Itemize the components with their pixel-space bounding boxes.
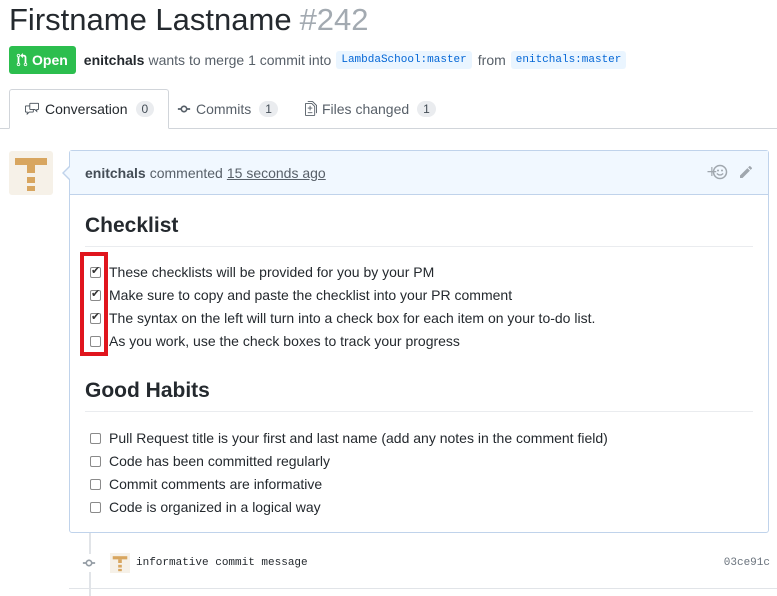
highlight-box bbox=[80, 252, 108, 356]
task-item: Pull Request title is your first and las… bbox=[90, 430, 608, 446]
file-diff-icon bbox=[305, 101, 317, 116]
tab-commits[interactable]: Commits 1 bbox=[177, 89, 278, 128]
identicon-icon bbox=[112, 556, 128, 572]
task-checkbox[interactable] bbox=[90, 478, 101, 490]
comment-header: enitchals commented 15 seconds ago + bbox=[70, 151, 768, 195]
commit-author-avatar[interactable] bbox=[110, 553, 130, 573]
head-branch[interactable]: enitchals:master bbox=[510, 51, 627, 69]
task-checkbox[interactable] bbox=[90, 432, 101, 444]
base-branch[interactable]: LambdaSchool:master bbox=[336, 51, 472, 69]
tab-files-changed[interactable]: Files changed 1 bbox=[305, 89, 436, 128]
tab-files-changed-label: Files changed bbox=[322, 100, 410, 117]
task-text: The syntax on the left will turn into a … bbox=[109, 310, 596, 326]
tab-conversation-count: 0 bbox=[135, 101, 155, 117]
task-item: As you work, use the check boxes to trac… bbox=[90, 333, 460, 349]
tab-files-changed-count: 1 bbox=[417, 100, 436, 117]
checklist-heading: Checklist bbox=[85, 214, 753, 247]
good-habits-heading: Good Habits bbox=[85, 379, 753, 412]
task-text: Code is organized in a logical way bbox=[109, 499, 321, 515]
comment-box: enitchals commented 15 seconds ago + Che… bbox=[62, 150, 769, 533]
tab-conversation-label: Conversation bbox=[45, 101, 128, 117]
divider bbox=[69, 588, 777, 589]
task-text: These checklists will be provided for yo… bbox=[109, 264, 435, 280]
pr-meta: Open enitchals wants to merge 1 commit i… bbox=[9, 46, 632, 74]
conversation-icon bbox=[25, 102, 39, 116]
task-item: The syntax on the left will turn into a … bbox=[90, 310, 595, 326]
identicon-icon bbox=[15, 158, 47, 191]
commit-row: informative commit message 03ce91c bbox=[80, 550, 770, 576]
task-text: Commit comments are informative bbox=[109, 476, 323, 492]
comment-action: commented bbox=[149, 164, 223, 181]
add-reaction-icon[interactable]: + bbox=[706, 164, 728, 180]
tab-commits-label: Commits bbox=[196, 100, 252, 117]
commit-icon bbox=[80, 554, 98, 572]
comment-actions: + bbox=[706, 164, 754, 180]
task-item: These checklists will be provided for yo… bbox=[90, 264, 434, 280]
task-item: Code is organized in a logical way bbox=[90, 499, 321, 515]
commit-icon bbox=[177, 105, 191, 112]
author-avatar[interactable] bbox=[9, 151, 53, 195]
git-pull-request-icon bbox=[16, 53, 28, 67]
task-text: Pull Request title is your first and las… bbox=[109, 430, 608, 446]
task-text: Code has been committed regularly bbox=[109, 453, 331, 469]
comment-author[interactable]: enitchals bbox=[85, 165, 146, 181]
task-item: Commit comments are informative bbox=[90, 476, 322, 492]
state-badge: Open bbox=[9, 46, 76, 74]
pr-title: Firstname Lastname #242 bbox=[9, 2, 369, 38]
commit-sha[interactable]: 03ce91c bbox=[724, 557, 770, 569]
pr-tabs: Conversation 0 Commits 1 Files changed 1 bbox=[0, 89, 777, 129]
merge-text: wants to merge 1 commit into bbox=[148, 52, 332, 68]
task-checkbox[interactable] bbox=[90, 455, 101, 467]
state-label: Open bbox=[32, 52, 68, 68]
task-text: Make sure to copy and paste the checklis… bbox=[109, 287, 513, 303]
author-link[interactable]: enitchals bbox=[84, 52, 145, 68]
task-item: Make sure to copy and paste the checklis… bbox=[90, 287, 512, 303]
from-text: from bbox=[477, 52, 506, 68]
tab-commits-count: 1 bbox=[259, 100, 278, 117]
commit-message[interactable]: informative commit message bbox=[136, 557, 308, 569]
pr-title-text: Firstname Lastname bbox=[9, 2, 292, 37]
edit-pencil-icon[interactable] bbox=[738, 164, 754, 180]
task-text: As you work, use the check boxes to trac… bbox=[109, 333, 460, 349]
pr-number: #242 bbox=[299, 2, 369, 37]
task-item: Code has been committed regularly bbox=[90, 453, 330, 469]
comment-timestamp[interactable]: 15 seconds ago bbox=[227, 165, 326, 181]
task-checkbox[interactable] bbox=[90, 501, 101, 513]
tab-conversation[interactable]: Conversation 0 bbox=[9, 89, 170, 129]
